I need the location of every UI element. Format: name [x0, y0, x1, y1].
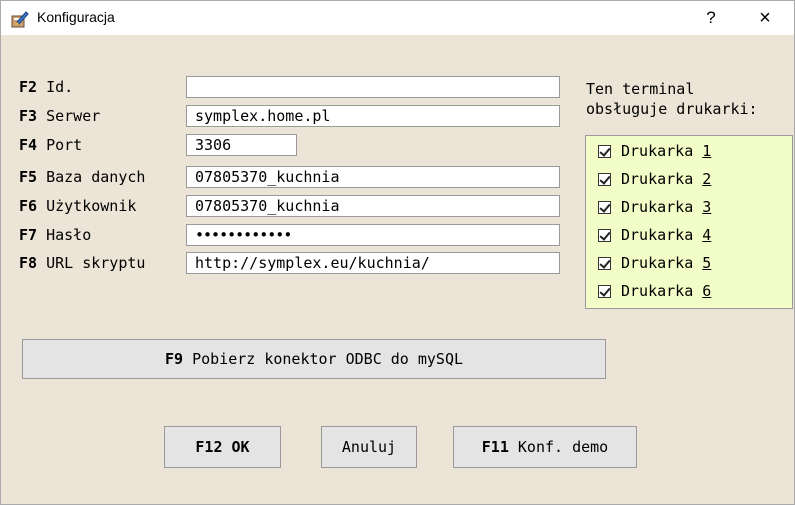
- odbc-label: Pobierz konektor ODBC do mySQL: [192, 350, 464, 368]
- script-url-field[interactable]: http://symplex.eu/kuchnia/: [186, 252, 560, 274]
- printer-number: 4: [702, 226, 712, 244]
- printers-heading-line1: Ten terminal: [586, 80, 695, 98]
- server-field[interactable]: symplex.home.pl: [186, 105, 560, 127]
- printer-number: 1: [702, 142, 712, 160]
- ok-button[interactable]: F12 OK: [164, 426, 281, 468]
- printer-5-checkbox[interactable]: Drukarka 5: [598, 250, 711, 276]
- label-password: F7 Hasło: [19, 226, 92, 244]
- user-field[interactable]: 07805370_kuchnia: [186, 195, 560, 217]
- checkbox-checked-icon: [598, 256, 611, 270]
- printer-label: Drukarka: [621, 226, 694, 244]
- app-icon: [11, 11, 29, 28]
- password-field[interactable]: ••••••••••••: [186, 224, 560, 246]
- printer-number: 6: [702, 282, 712, 300]
- demo-key: F11: [481, 438, 509, 456]
- printer-label: Drukarka: [621, 142, 694, 160]
- label-user: F6 Użytkownik: [19, 197, 137, 215]
- printer-label: Drukarka: [621, 170, 694, 188]
- printer-2-checkbox[interactable]: Drukarka 2: [598, 166, 711, 192]
- label-port: F4 Port: [19, 136, 83, 154]
- title-bar: Konfiguracja ? ×: [1, 1, 794, 35]
- id-field[interactable]: [186, 76, 560, 98]
- printers-heading-line2: obsługuje drukarki:: [586, 100, 758, 118]
- download-odbc-button[interactable]: F9 Pobierz konektor ODBC do mySQL: [22, 339, 606, 379]
- printer-number: 3: [702, 198, 712, 216]
- printer-number: 5: [702, 254, 712, 272]
- label-database: F5 Baza danych: [19, 168, 146, 186]
- label-id: F2 Id.: [19, 78, 74, 96]
- checkbox-checked-icon: [598, 228, 611, 242]
- printer-label: Drukarka: [621, 198, 694, 216]
- label-script-url: F8 URL skryptu: [19, 254, 146, 272]
- demo-config-button[interactable]: F11 Konf. demo: [453, 426, 637, 468]
- printers-heading: Ten terminal obsługuje drukarki:: [586, 79, 758, 119]
- printer-4-checkbox[interactable]: Drukarka 4: [598, 222, 711, 248]
- checkbox-checked-icon: [598, 144, 611, 158]
- demo-label: Konf. demo: [517, 438, 609, 456]
- printers-list: Drukarka 1 Drukarka 2 Drukarka 3 Drukark…: [585, 135, 793, 309]
- help-button[interactable]: ?: [697, 6, 725, 30]
- label-server: F3 Serwer: [19, 107, 101, 125]
- configuration-dialog: Konfiguracja ? × F2 Id. F3 Serwer F4 Por…: [0, 0, 795, 505]
- odbc-key: F9: [164, 350, 184, 368]
- cancel-button[interactable]: Anuluj: [321, 426, 417, 468]
- ok-key: F12: [195, 438, 223, 456]
- printer-number: 2: [702, 170, 712, 188]
- close-button[interactable]: ×: [747, 6, 783, 30]
- printer-3-checkbox[interactable]: Drukarka 3: [598, 194, 711, 220]
- port-field[interactable]: 3306: [186, 134, 297, 156]
- checkbox-checked-icon: [598, 172, 611, 186]
- checkbox-checked-icon: [598, 200, 611, 214]
- ok-label: OK: [231, 438, 250, 456]
- window-title: Konfiguracja: [37, 9, 115, 25]
- checkbox-checked-icon: [598, 284, 611, 298]
- printer-1-checkbox[interactable]: Drukarka 1: [598, 138, 711, 164]
- printer-label: Drukarka: [621, 282, 694, 300]
- printer-6-checkbox[interactable]: Drukarka 6: [598, 278, 711, 304]
- printer-label: Drukarka: [621, 254, 694, 272]
- database-field[interactable]: 07805370_kuchnia: [186, 166, 560, 188]
